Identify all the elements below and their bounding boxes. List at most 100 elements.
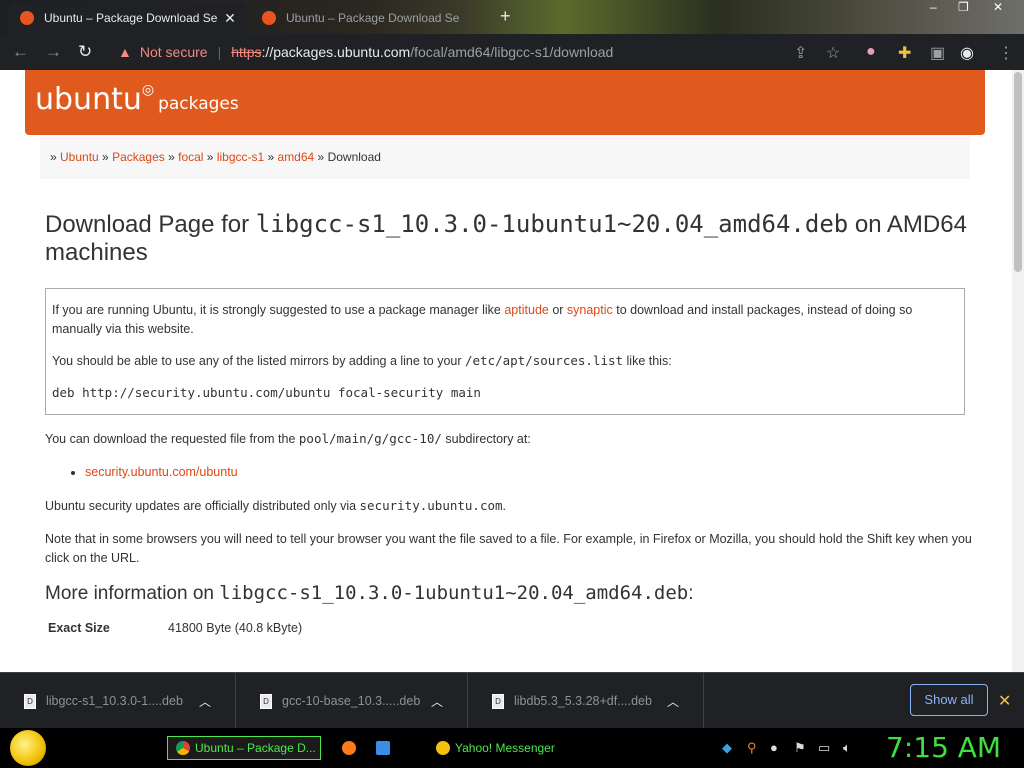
forward-button[interactable]: →	[45, 42, 62, 62]
more-info-heading: More information on libgcc-s1_10.3.0-1ub…	[45, 582, 975, 605]
download-filename: libgcc-s1_10.3.0-1....deb	[46, 694, 183, 708]
browser-save-note: Note that in some browsers you will need…	[45, 532, 972, 565]
deb-source-line: deb http://security.ubuntu.com/ubuntu fo…	[52, 385, 481, 400]
sources-paragraph: You should be able to use any of the lis…	[52, 351, 958, 371]
reload-button[interactable]: ↻	[78, 42, 92, 62]
chevron-up-icon[interactable]: ︿	[431, 693, 443, 710]
tab-close-icon[interactable]: ✕	[220, 10, 240, 27]
search-icon[interactable]: ⚲	[747, 740, 757, 756]
more-info-filename: libgcc-s1_10.3.0-1ubuntu1~20.04_amd64.de…	[219, 582, 689, 604]
more-info-suffix: :	[688, 583, 694, 604]
window-close-button[interactable]: ✕	[993, 0, 1003, 14]
firefox-icon[interactable]	[342, 741, 356, 755]
breadcrumb: » Ubuntu » Packages » focal » libgcc-s1 …	[40, 137, 970, 179]
tab-title: Ubuntu – Package Download Se	[286, 11, 460, 25]
account-icon[interactable]: ◉	[960, 43, 974, 63]
tray-icon[interactable]: ●	[770, 740, 778, 755]
breadcrumb-amd64[interactable]: amd64	[278, 150, 315, 164]
url-scheme: https	[231, 44, 262, 60]
maximize-button[interactable]: ❐	[958, 0, 969, 14]
task-label: Yahoo! Messenger	[455, 741, 555, 755]
breadcrumb-packages[interactable]: Packages	[112, 150, 165, 164]
share-icon[interactable]: ⇪	[794, 43, 807, 63]
exact-size-value: 41800 Byte (40.8 kByte)	[168, 621, 303, 635]
package-manager-notice: If you are running Ubuntu, it is strongl…	[45, 288, 965, 415]
security-note: Ubuntu security updates are officially d…	[45, 496, 975, 516]
tab-ubuntu-active[interactable]: Ubuntu – Package Download Se ✕	[8, 2, 248, 34]
sidepanel-icon[interactable]: ▣	[930, 43, 945, 63]
exact-size-label: Exact Size	[48, 621, 110, 635]
show-all-button[interactable]: Show all	[910, 684, 988, 716]
tab-ubuntu-inactive[interactable]: Ubuntu – Package Download Se	[250, 2, 490, 34]
app-icon[interactable]	[376, 741, 390, 755]
tab-strip: Ubuntu – Package Download Se ✕ Ubuntu – …	[0, 0, 1024, 34]
logo-word: ubuntu	[35, 82, 142, 117]
web-page: ubuntu◎packages » Ubuntu » Packages » fo…	[0, 70, 1024, 672]
taskbar-item-chrome[interactable]: Ubuntu – Package D...	[167, 736, 321, 760]
new-tab-button[interactable]: +	[500, 6, 511, 27]
breadcrumb-ubuntu[interactable]: Ubuntu	[60, 150, 99, 164]
network-icon[interactable]: ◆	[722, 740, 732, 756]
profile-flag-icon[interactable]: ●	[866, 43, 876, 61]
scrollbar-thumb[interactable]	[1014, 72, 1022, 272]
browser-toolbar: ← → ↻ ▲ Not secure | https ://packages.u…	[0, 34, 1024, 70]
download-text: subdirectory at:	[441, 432, 531, 446]
clock: 7:15 AM	[886, 731, 1002, 764]
breadcrumb-focal[interactable]: focal	[178, 150, 203, 164]
omnibox-divider: |	[217, 44, 222, 60]
ubuntu-logo[interactable]: ubuntu◎packages	[35, 82, 239, 117]
notice-text: like this:	[623, 354, 672, 368]
download-intro: You can download the requested file from…	[45, 429, 975, 449]
chrome-icon	[176, 741, 190, 755]
download-filename: gcc-10-base_10.3.....deb	[282, 694, 421, 708]
tab-title: Ubuntu – Package Download Se	[44, 11, 218, 25]
deb-file-icon: D	[260, 693, 272, 709]
star-icon[interactable]: ☆	[826, 43, 840, 63]
display-icon[interactable]: ▭	[818, 740, 830, 756]
notice-text: You should be able to use any of the lis…	[52, 354, 465, 368]
security-host: security.ubuntu.com	[359, 498, 503, 513]
volume-icon[interactable]: 🔈︎	[843, 740, 851, 756]
download-text: You can download the requested file from…	[45, 432, 299, 446]
minimize-button[interactable]: –	[930, 0, 937, 14]
logo-sub: packages	[158, 94, 239, 114]
exact-size-row: Exact Size 41800 Byte (40.8 kByte)	[45, 621, 975, 635]
aptitude-link[interactable]: aptitude	[504, 303, 548, 317]
close-shelf-icon[interactable]: ✕	[998, 691, 1011, 711]
notice-text: If you are running Ubuntu, it is strongl…	[52, 303, 505, 317]
circle-of-friends-icon: ◎	[141, 82, 155, 98]
title-filename: libgcc-s1_10.3.0-1ubuntu1~20.04_amd64.de…	[255, 210, 849, 238]
ubuntu-favicon-icon	[20, 11, 34, 25]
flag-icon[interactable]: ⚑	[794, 740, 806, 756]
not-secure-label[interactable]: Not secure	[140, 44, 208, 60]
task-label: Ubuntu – Package D...	[195, 741, 316, 755]
ubuntu-packages-banner: ubuntu◎packages	[25, 70, 985, 135]
mirror-list: security.ubuntu.com/ubuntu	[45, 463, 975, 482]
taskbar-item-yahoo[interactable]: Yahoo! Messenger	[428, 736, 588, 760]
address-bar[interactable]: ▲ Not secure | https ://packages.ubuntu.…	[108, 38, 854, 66]
chevron-up-icon[interactable]: ︿	[667, 693, 679, 710]
main-content: Download Page for libgcc-s1_10.3.0-1ubun…	[45, 210, 975, 635]
download-item[interactable]: D libdb5.3_5.3.28+df....deb ︿	[468, 673, 704, 729]
synaptic-link[interactable]: synaptic	[567, 303, 613, 317]
notice-paragraph: If you are running Ubuntu, it is strongl…	[52, 301, 958, 339]
url-path: /focal/amd64/libgcc-s1/download	[410, 44, 614, 60]
chevron-up-icon[interactable]: ︿	[199, 693, 211, 710]
extensions-icon[interactable]: ✚	[898, 43, 911, 63]
list-item: security.ubuntu.com/ubuntu	[85, 463, 975, 482]
download-item[interactable]: D gcc-10-base_10.3.....deb ︿	[236, 673, 468, 729]
page-title: Download Page for libgcc-s1_10.3.0-1ubun…	[45, 210, 975, 267]
security-text: .	[502, 499, 507, 513]
deb-file-icon: D	[492, 693, 504, 709]
ubuntu-favicon-icon	[262, 11, 276, 25]
download-item[interactable]: D libgcc-s1_10.3.0-1....deb ︿	[0, 673, 236, 729]
pool-subdirectory: pool/main/g/gcc-10/	[298, 431, 442, 446]
back-button[interactable]: ←	[12, 42, 29, 62]
warning-icon: ▲	[118, 44, 132, 60]
start-button[interactable]	[10, 730, 46, 766]
breadcrumb-libgcc-s1[interactable]: libgcc-s1	[217, 150, 264, 164]
title-prefix: Download Page for	[45, 211, 256, 238]
notice-text: or	[548, 303, 567, 317]
mirror-link[interactable]: security.ubuntu.com/ubuntu	[85, 465, 238, 479]
menu-icon[interactable]: ⋮	[998, 43, 1014, 63]
